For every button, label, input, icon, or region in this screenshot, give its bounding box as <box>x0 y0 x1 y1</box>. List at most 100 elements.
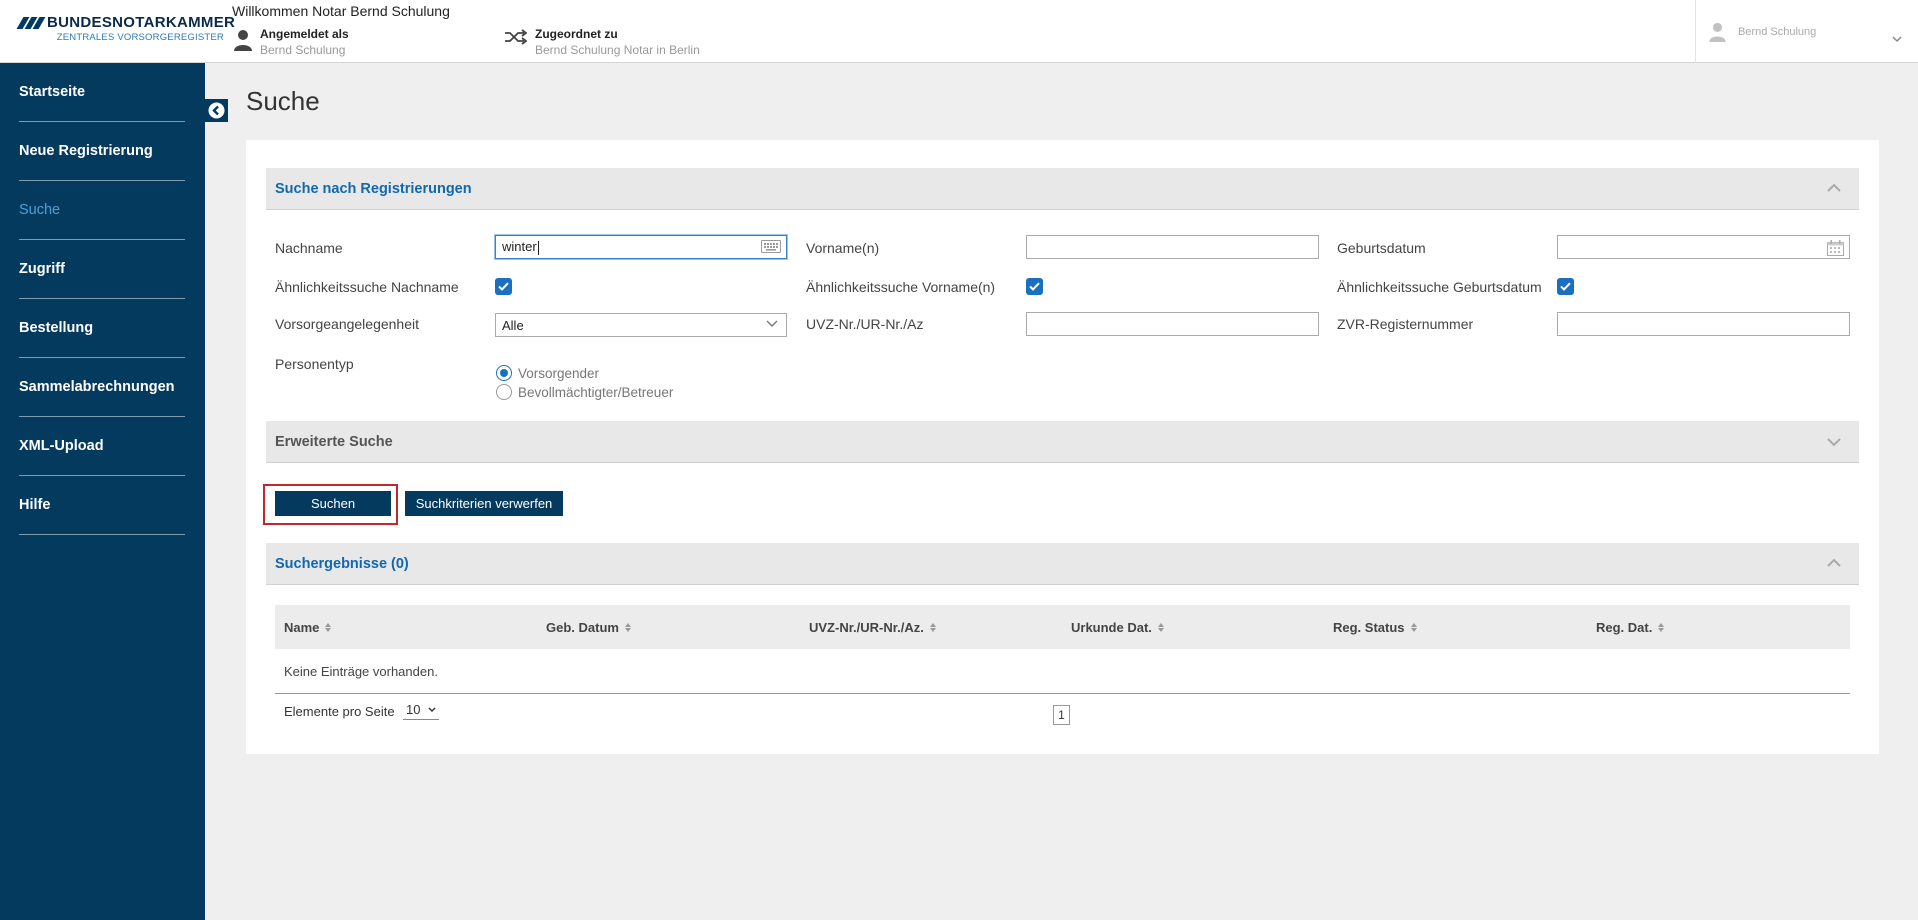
per-page-select[interactable]: 10 <box>403 702 439 720</box>
column-header-label: Geb. Datum <box>546 619 619 635</box>
collapse-sidebar-button[interactable] <box>205 99 228 122</box>
personentyp-label: Personentyp <box>275 356 354 372</box>
bundesnotarkammer-logo[interactable]: BUNDESNOTARKAMMER ZENTRALES VORSORGEREGI… <box>16 14 235 43</box>
user-avatar-icon <box>1709 22 1726 42</box>
column-header-label: Reg. Dat. <box>1596 619 1653 635</box>
sort-icon <box>1157 622 1164 632</box>
aehnlichkeitssuche-geburtsdatum-label: Ähnlichkeitssuche Geburtsdatum <box>1337 279 1542 295</box>
column-header-reg-status[interactable]: Reg. Status <box>1333 605 1417 649</box>
sidebar-item-neue-registrierung[interactable]: Neue Registrierung <box>19 122 185 181</box>
logged-in-label: Angemeldet als <box>260 27 349 41</box>
sidebar-item-hilfe[interactable]: Hilfe <box>19 476 185 535</box>
search-panel-title: Suche nach Registrierungen <box>275 180 472 197</box>
aehnlichkeitssuche-nachname-checkbox[interactable] <box>495 278 512 295</box>
sort-icon <box>325 622 332 632</box>
radio-selected-icon <box>496 365 512 381</box>
results-table-header: Name Geb. Datum UVZ-Nr./UR-Nr./Az. Urkun… <box>275 605 1850 649</box>
logo-title: BUNDESNOTARKAMMER <box>47 14 236 31</box>
column-header-uvz[interactable]: UVZ-Nr./UR-Nr./Az. <box>809 605 936 649</box>
column-header-name[interactable]: Name <box>284 605 332 649</box>
geburtsdatum-input[interactable] <box>1557 235 1850 259</box>
radio-vorsorgender[interactable]: Vorsorgender <box>496 365 599 381</box>
nachname-label: Nachname <box>275 240 343 256</box>
shuffle-icon <box>505 29 527 45</box>
chevron-down-icon <box>1892 36 1902 43</box>
uvz-label: UVZ-Nr./UR-Nr./Az <box>806 316 924 332</box>
geburtsdatum-label: Geburtsdatum <box>1337 240 1426 256</box>
check-icon <box>498 282 509 291</box>
sidebar-item-bestellung[interactable]: Bestellung <box>19 299 185 358</box>
column-header-geb-datum[interactable]: Geb. Datum <box>546 605 631 649</box>
check-icon <box>1560 282 1571 291</box>
check-icon <box>1029 282 1040 291</box>
nachname-input[interactable]: winter <box>495 235 787 259</box>
logo-mark-icon <box>16 16 46 29</box>
column-header-reg-dat[interactable]: Reg. Dat. <box>1596 605 1665 649</box>
column-header-urkunde-dat[interactable]: Urkunde Dat. <box>1071 605 1164 649</box>
sidebar-item-xml-upload[interactable]: XML-Upload <box>19 417 185 476</box>
top-header: BUNDESNOTARKAMMER ZENTRALES VORSORGEREGI… <box>0 0 1918 63</box>
aehnlichkeitssuche-vorname-label: Ähnlichkeitssuche Vorname(n) <box>806 279 996 295</box>
user-menu[interactable]: Bernd Schulung <box>1695 0 1918 63</box>
nachname-input-value: winter <box>502 239 537 254</box>
vorsorgeangelegenheit-label: Vorsorgeangelegenheit <box>275 316 420 332</box>
per-page-label: Elemente pro Seite <box>284 704 395 719</box>
radio-vorsorgender-label: Vorsorgender <box>518 365 600 381</box>
sort-icon <box>1658 622 1665 632</box>
chevron-down-icon[interactable] <box>1827 438 1841 447</box>
aehnlichkeitssuche-vorname-checkbox[interactable] <box>1026 278 1043 295</box>
results-panel-title: Suchergebnisse (0) <box>275 555 409 572</box>
sort-icon <box>624 622 631 632</box>
sidebar-item-startseite[interactable]: Startseite <box>19 63 185 122</box>
aehnlichkeitssuche-geburtsdatum-checkbox[interactable] <box>1557 278 1574 295</box>
welcome-text: Willkommen Notar Bernd Schulung <box>232 3 450 19</box>
column-header-label: Name <box>284 619 320 635</box>
page-title: Suche <box>246 86 320 116</box>
column-header-label: Reg. Status <box>1333 619 1405 635</box>
user-menu-name: Bernd Schulung <box>1738 25 1817 38</box>
reset-criteria-button[interactable]: Suchkriterien verwerfen <box>405 491 563 516</box>
calendar-icon[interactable] <box>1827 240 1844 256</box>
vorname-input[interactable] <box>1026 235 1319 259</box>
text-caret <box>537 240 539 255</box>
per-page-value: 10 <box>406 702 421 717</box>
assigned-label: Zugeordnet zu <box>535 27 618 41</box>
vorsorgeangelegenheit-value: Alle <box>502 318 524 333</box>
sidebar: Startseite Neue Registrierung Suche Zugr… <box>0 63 205 920</box>
zvr-registernummer-label: ZVR-Registernummer <box>1337 316 1474 332</box>
search-button[interactable]: Suchen <box>275 491 391 516</box>
sidebar-item-sammelabrechnungen[interactable]: Sammelabrechnungen <box>19 358 185 417</box>
pagination-page-1[interactable]: 1 <box>1053 705 1070 725</box>
advanced-search-header[interactable]: Erweiterte Suche <box>266 421 1859 463</box>
radio-unselected-icon <box>496 384 512 400</box>
empty-results-text: Keine Einträge vorhanden. <box>284 664 438 679</box>
uvz-input[interactable] <box>1026 312 1319 336</box>
chevron-down-icon <box>766 320 778 327</box>
chevron-up-icon[interactable] <box>1827 183 1841 192</box>
keyboard-icon[interactable] <box>761 240 781 253</box>
column-header-label: UVZ-Nr./UR-Nr./Az. <box>809 619 924 635</box>
chevron-up-icon[interactable] <box>1827 558 1841 567</box>
search-panel-header[interactable]: Suche nach Registrierungen <box>266 168 1859 210</box>
sidebar-item-zugriff[interactable]: Zugriff <box>19 240 185 299</box>
logo-subtitle: ZENTRALES VORSORGEREGISTER <box>56 32 224 43</box>
chevron-down-icon <box>428 707 436 712</box>
results-panel-header[interactable]: Suchergebnisse (0) <box>266 543 1859 585</box>
advanced-search-title: Erweiterte Suche <box>275 433 393 450</box>
radio-bevollmaechtigter[interactable]: Bevollmächtigter/Betreuer <box>496 384 673 400</box>
logged-in-info: Angemeldet als Bernd Schulung <box>234 27 349 57</box>
column-header-label: Urkunde Dat. <box>1071 619 1152 635</box>
assigned-info: Zugeordnet zu Bernd Schulung Notar in Be… <box>505 27 700 57</box>
assigned-value: Bernd Schulung Notar in Berlin <box>535 43 700 57</box>
zvr-registernummer-input[interactable] <box>1557 312 1850 336</box>
radio-bevollmaechtigter-label: Bevollmächtigter/Betreuer <box>518 384 674 400</box>
table-divider <box>275 693 1850 694</box>
sidebar-item-suche[interactable]: Suche <box>19 181 185 240</box>
sort-icon <box>929 622 936 632</box>
logged-in-value: Bernd Schulung <box>260 43 346 57</box>
user-icon <box>234 30 252 51</box>
vorsorgeangelegenheit-select[interactable]: Alle <box>495 313 787 337</box>
aehnlichkeitssuche-nachname-label: Ähnlichkeitssuche Nachname <box>275 279 459 295</box>
sort-icon <box>1410 622 1417 632</box>
vorname-label: Vorname(n) <box>806 240 880 256</box>
